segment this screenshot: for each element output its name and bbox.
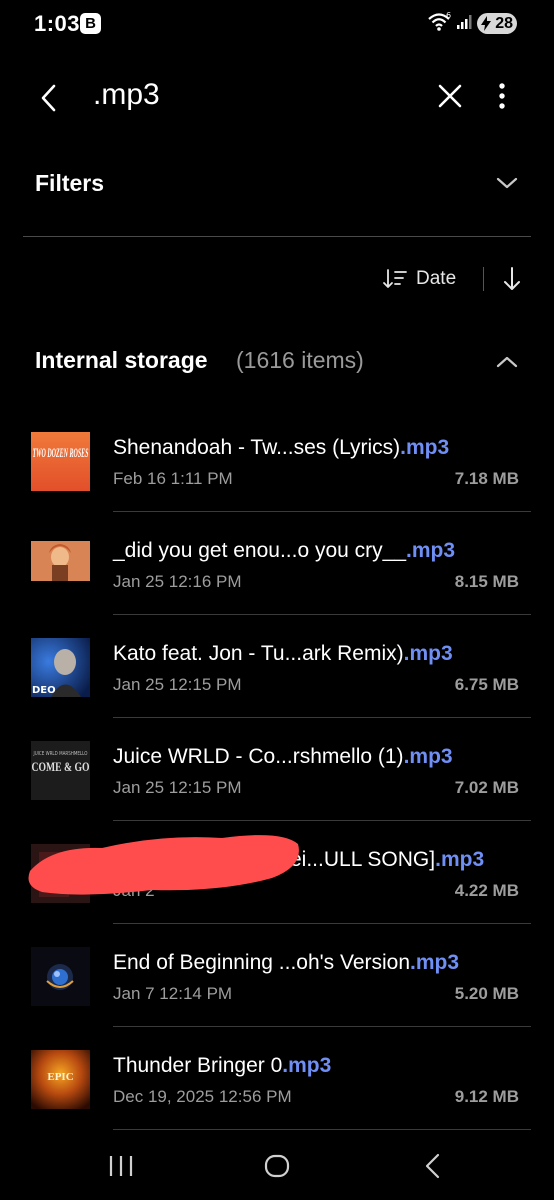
divider: [23, 236, 531, 237]
file-size: 7.02 MB: [454, 778, 519, 797]
file-name: Thunder Bringer 0.mp3: [113, 1054, 331, 1078]
album-thumbnail: JUICE WRLD MARSHMELLO COME & GO: [31, 741, 90, 800]
list-item[interactable]: EPIC Thunder Bringer 0.mp3 Dec 19, 2025 …: [0, 1028, 554, 1130]
thumbnail-small-text: JUICE WRLD MARSHMELLO: [33, 751, 88, 757]
album-thumbnail: DEO: [31, 638, 90, 697]
file-date: Jan 25 12:16 PM: [113, 572, 242, 591]
file-name-base: _did you get enou...o you cry__: [113, 539, 407, 562]
file-extension: .mp3: [435, 848, 485, 871]
list-item[interactable]: JUICE WRLD MARSHMELLO COME & GO Juice WR…: [0, 719, 554, 821]
signal-icon: [456, 14, 472, 35]
file-name: ei...ULL SONG].mp3: [290, 848, 484, 872]
back-icon: [425, 1153, 440, 1179]
wifi-icon: 6: [427, 11, 451, 37]
file-name: Shenandoah - Tw...ses (Lyrics).mp3: [113, 436, 449, 460]
list-item[interactable]: DEO Kato feat. Jon - Tu...ark Remix).mp3…: [0, 616, 554, 718]
home-button[interactable]: [263, 1152, 291, 1185]
list-item[interactable]: End of Beginning ...oh's Version.mp3 Jan…: [0, 925, 554, 1027]
file-name: End of Beginning ...oh's Version.mp3: [113, 951, 459, 975]
row-divider: [113, 820, 531, 821]
file-extension: .mp3: [410, 951, 460, 974]
arrow-down-icon: [504, 267, 520, 290]
file-extension: .mp3: [282, 1054, 332, 1077]
file-date: Feb 16 1:11 PM: [113, 469, 233, 488]
file-extension: .mp3: [400, 436, 450, 459]
system-navigation-bar: [0, 1130, 554, 1200]
recent-apps-button[interactable]: [108, 1154, 134, 1183]
row-divider: [113, 614, 531, 615]
charging-icon: [480, 16, 492, 36]
file-size: 4.22 MB: [454, 881, 519, 900]
home-icon: [264, 1154, 290, 1178]
file-name-base: Kato feat. Jon - Tu...ark Remix): [113, 642, 404, 665]
sort-separator: [483, 267, 484, 291]
thumbnail-text: EPIC: [47, 1071, 73, 1083]
status-bar: 1:03 B 6 28: [0, 0, 554, 48]
sort-bar: Date: [0, 255, 554, 305]
battery-indicator: 28: [477, 13, 517, 34]
more-options-button[interactable]: [488, 78, 516, 114]
album-thumbnail: [31, 947, 90, 1006]
file-name: Kato feat. Jon - Tu...ark Remix).mp3: [113, 642, 453, 666]
thumbnail-text: COME & GO: [32, 759, 90, 774]
album-thumbnail: EPIC: [31, 1050, 90, 1109]
album-thumbnail: [31, 535, 90, 594]
file-date: Jan 25 12:15 PM: [113, 778, 242, 797]
status-time: 1:03: [34, 11, 81, 36]
file-name-base: Thunder Bringer 0: [113, 1054, 283, 1077]
chevron-down-icon: [494, 170, 520, 201]
file-name-base: End of Beginning ...oh's Version: [113, 951, 411, 974]
file-date: Jan 7 12:14 PM: [113, 984, 233, 1003]
file-size: 5.20 MB: [454, 984, 519, 1003]
file-size: 9.12 MB: [454, 1087, 519, 1106]
notification-badge: B: [80, 13, 101, 34]
file-date: Jan 25 12:15 PM: [113, 675, 242, 694]
file-name-base: Shenandoah - Tw...ses (Lyrics): [113, 436, 401, 459]
list-item[interactable]: _did you get enou...o you cry__.mp3 Jan …: [0, 513, 554, 615]
filters-label: Filters: [35, 170, 105, 196]
chevron-up-icon: [494, 349, 520, 380]
search-app-bar: .mp3: [0, 62, 554, 132]
thumbnail-text: TWO DOZEN ROSES: [33, 445, 89, 460]
row-divider: [113, 923, 531, 924]
file-name-base: ei...ULL SONG]: [290, 848, 436, 871]
file-extension: .mp3: [403, 642, 453, 665]
search-query-text[interactable]: .mp3: [93, 78, 160, 112]
row-divider: [113, 511, 531, 512]
storage-section-header[interactable]: Internal storage (1616 items): [0, 335, 554, 385]
row-divider: [113, 717, 531, 718]
file-size: 6.75 MB: [454, 675, 519, 694]
file-name: Juice WRLD - Co...rshmello (1).mp3: [113, 745, 453, 769]
album-thumbnail: TWO DOZEN ROSES: [31, 432, 90, 491]
section-title: Internal storage: [35, 347, 208, 373]
file-name-base: Juice WRLD - Co...rshmello (1): [113, 745, 404, 768]
back-button[interactable]: [34, 78, 68, 118]
file-size: 8.15 MB: [454, 572, 519, 591]
row-divider: [113, 1026, 531, 1027]
file-name: _did you get enou...o you cry__.mp3: [113, 539, 455, 563]
back-arrow-icon: [41, 84, 56, 112]
filters-toggle[interactable]: Filters: [0, 150, 554, 220]
recents-icon: [109, 1156, 133, 1176]
close-icon: [438, 84, 462, 108]
battery-level: 28: [495, 15, 513, 32]
file-date: Dec 19, 2025 12:56 PM: [113, 1087, 292, 1106]
list-item[interactable]: TWO DOZEN ROSES Shenandoah - Tw...ses (L…: [0, 410, 554, 512]
file-extension: .mp3: [403, 745, 453, 768]
section-item-count: (1616 items): [236, 347, 364, 373]
sort-direction-button[interactable]: [500, 265, 524, 298]
system-back-button[interactable]: [423, 1152, 443, 1185]
more-vertical-icon: [499, 83, 505, 109]
clear-search-button[interactable]: [434, 80, 466, 112]
redaction-scribble: [22, 826, 304, 901]
file-size: 7.18 MB: [454, 469, 519, 488]
sort-by-date-button[interactable]: Date: [416, 268, 456, 290]
svg-text:6: 6: [446, 12, 451, 20]
file-extension: .mp3: [406, 539, 456, 562]
thumbnail-text: DEO: [32, 685, 56, 696]
sort-icon[interactable]: [382, 267, 408, 296]
